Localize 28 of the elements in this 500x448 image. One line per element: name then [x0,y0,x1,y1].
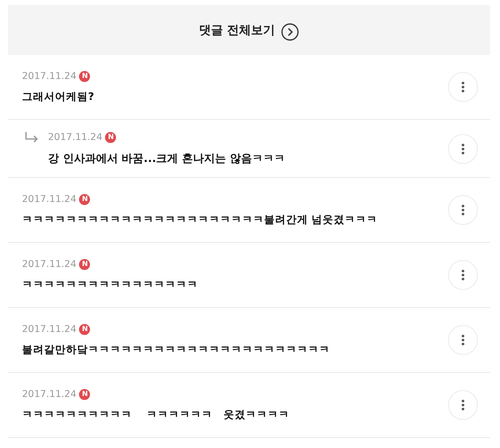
more-vertical-icon [461,269,465,281]
more-options-button[interactable] [448,195,478,225]
reply-arrow-icon [24,132,40,144]
comment-text: ㅋㅋㅋㅋㅋㅋㅋㅋㅋㅋㅋㅋㅋㅋㅋㅋㅋㅋㅋㅋㅋㅋ불려간게 넘웃겼ㅋㅋㅋ [22,212,379,226]
more-vertical-icon [461,142,465,154]
comment-text: 그래서어케됨? [22,90,96,104]
comment-text: 불려갈만하닼ㅋㅋㅋㅋㅋㅋㅋㅋㅋㅋㅋㅋㅋㅋㅋㅋㅋㅋㅋㅋㅋㅋ [22,342,331,356]
more-vertical-icon [461,399,465,411]
more-options-button[interactable] [448,260,478,290]
more-options-button[interactable] [448,325,478,355]
comment-date: 2017.11.24 [22,194,76,204]
comment-date: 2017.11.24 [48,132,102,142]
chevron-right-circle-icon[interactable] [281,23,300,41]
comment-text: ㅋㅋㅋㅋㅋㅋㅋㅋㅋㅋ ㅋㅋㅋㅋㅋㅋ 웃겼ㅋㅋㅋㅋ [22,408,291,422]
view-all-comments-label: 댓글 전체보기 [198,22,276,38]
more-options-button[interactable] [448,72,478,102]
comment-date: 2017.11.24 [22,258,76,270]
comment-date: 2017.11.24 [22,70,76,82]
comment-date: 2017.11.24 [22,324,76,334]
more-vertical-icon [461,204,465,216]
more-vertical-icon [461,81,465,93]
comment-text: ㅋㅋㅋㅋㅋㅋㅋㅋㅋㅋㅋㅋㅋㅋㅋㅋ [22,278,199,292]
comment-date: 2017.11.24 [22,388,76,400]
more-options-button[interactable] [448,390,478,420]
comment-text: 강 인사과에서 바꿈...크게 혼나지는 않음ㅋㅋㅋ [48,150,286,166]
header-bar[interactable]: 댓글 전체보기 [8,5,490,55]
more-options-button[interactable] [448,134,478,164]
more-vertical-icon [461,334,465,346]
